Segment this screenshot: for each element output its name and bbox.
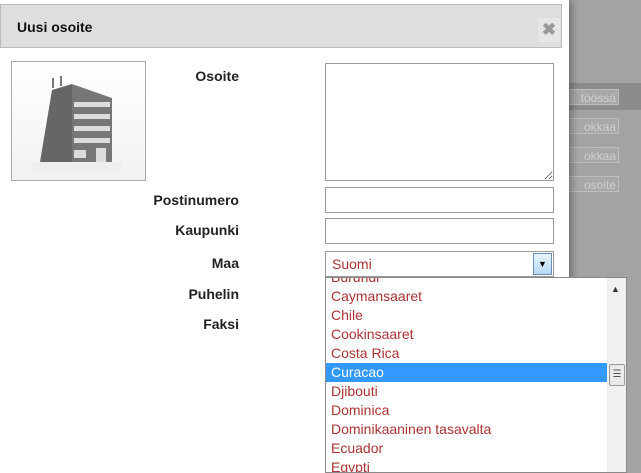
dialog-header: Uusi osoite ✖ xyxy=(0,4,562,48)
address-label: Osoite xyxy=(195,68,239,84)
country-option[interactable]: Caymansaaret xyxy=(326,287,608,306)
address-textarea[interactable] xyxy=(325,63,554,181)
close-icon: ✖ xyxy=(541,20,557,39)
country-option[interactable]: Curacao xyxy=(326,363,608,382)
country-label: Maa xyxy=(211,255,239,271)
city-input[interactable] xyxy=(325,218,554,244)
country-dropdown-list: Burundi Caymansaaret Chile Cookinsaaret Cost… xyxy=(325,277,627,473)
country-select[interactable]: Suomi ▼ xyxy=(325,251,554,277)
country-option[interactable]: Egypti xyxy=(326,458,608,472)
postal-code-label: Postinumero xyxy=(153,192,239,208)
postal-code-input[interactable] xyxy=(325,187,554,213)
chevron-down-icon[interactable]: ▼ xyxy=(533,253,552,275)
country-option[interactable]: Costa Rica xyxy=(326,344,608,363)
fax-label: Faksi xyxy=(203,316,239,332)
country-option[interactable]: Cookinsaaret xyxy=(326,325,608,344)
country-value: Suomi xyxy=(332,256,372,272)
scroll-up-icon[interactable]: ▲ xyxy=(611,284,620,294)
phone-label: Puhelin xyxy=(188,286,239,302)
scrollbar-thumb[interactable]: ☰ xyxy=(609,364,625,386)
country-option[interactable]: Dominikaaninen tasavalta xyxy=(326,420,608,439)
country-option[interactable]: Dominica xyxy=(326,401,608,420)
city-label: Kaupunki xyxy=(175,222,239,238)
country-option[interactable]: Ecuador xyxy=(326,439,608,458)
country-option[interactable]: Chile xyxy=(326,306,608,325)
country-option[interactable]: Djibouti xyxy=(326,382,608,401)
scrollbar[interactable]: ▲ ☰ xyxy=(607,278,626,472)
close-button[interactable]: ✖ xyxy=(538,18,560,42)
country-option[interactable]: Burundi xyxy=(326,278,608,287)
dialog-title: Uusi osoite xyxy=(17,19,93,35)
building-icon xyxy=(11,61,146,181)
